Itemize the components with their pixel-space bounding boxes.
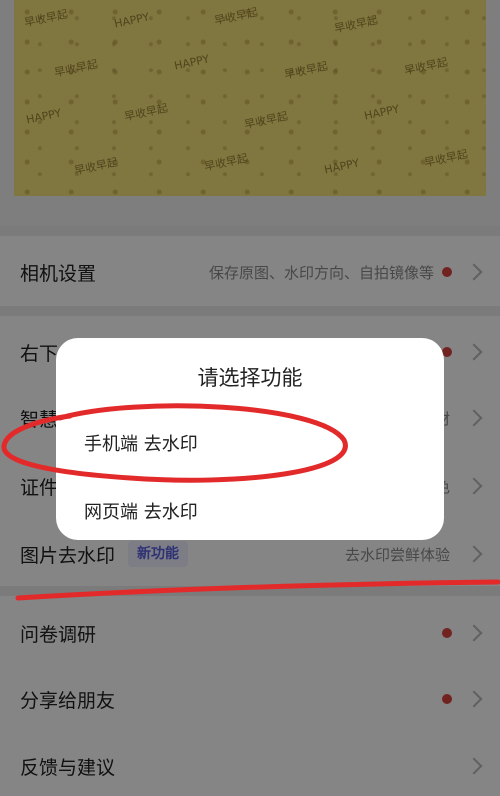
dialog-title: 请选择功能 [197,366,303,390]
option-mobile-remove-watermark[interactable]: 手机端 去水印 [84,430,198,456]
function-select-dialog: 请选择功能 手机端 去水印 网页端 去水印 [56,338,444,540]
option-web-remove-watermark[interactable]: 网页端 去水印 [84,498,198,524]
